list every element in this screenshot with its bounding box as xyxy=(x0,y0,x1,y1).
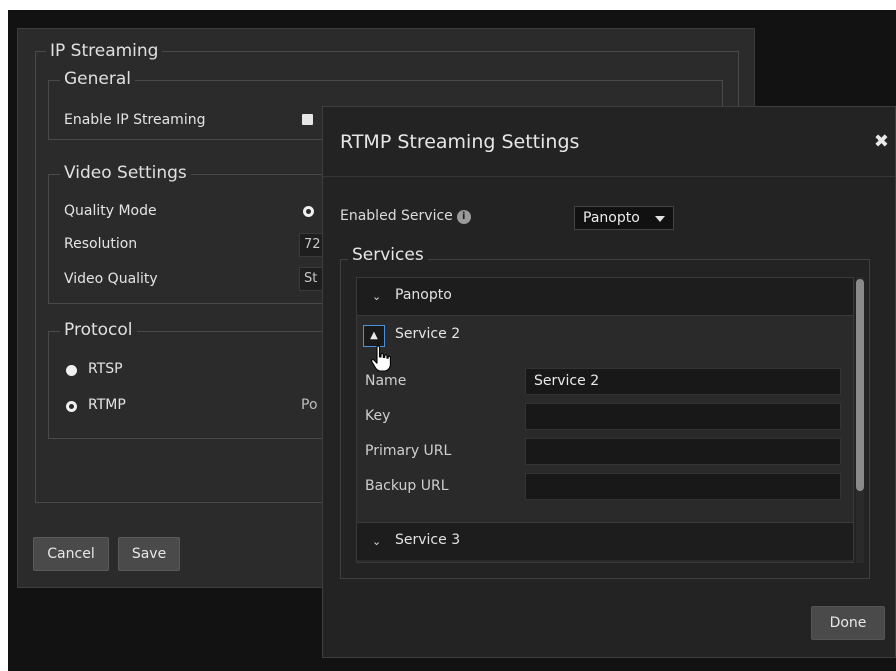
primary-url-field[interactable] xyxy=(525,438,841,465)
enabled-service-label: Enabled Service i xyxy=(340,208,471,224)
cancel-button[interactable]: Cancel xyxy=(33,537,109,571)
save-button[interactable]: Save xyxy=(118,537,180,571)
primary-url-label: Primary URL xyxy=(365,443,452,459)
quality-mode-label: Quality Mode xyxy=(64,203,157,219)
services-legend: Services xyxy=(348,245,428,265)
backup-url-label: Backup URL xyxy=(365,478,449,494)
port-label: Po xyxy=(301,397,318,413)
video-quality-label: Video Quality xyxy=(64,271,158,287)
scrollbar-thumb[interactable] xyxy=(856,279,864,491)
chevron-down-icon: ⌄ xyxy=(372,535,382,548)
name-field[interactable]: Service 2 xyxy=(525,368,841,395)
enable-ip-streaming-label: Enable IP Streaming xyxy=(64,112,206,128)
service-row-service-3[interactable]: ⌄ Service 3 xyxy=(357,522,853,560)
enable-ip-streaming-checkbox[interactable] xyxy=(302,114,313,125)
info-icon[interactable]: i xyxy=(456,210,471,224)
services-scrollbar[interactable] xyxy=(856,277,864,563)
chevron-up-icon[interactable]: ▲ xyxy=(363,325,385,347)
ip-streaming-title: IP Streaming xyxy=(46,41,163,61)
video-settings-legend: Video Settings xyxy=(60,163,191,183)
resolution-select[interactable]: 72 xyxy=(299,233,323,257)
chevron-down-icon xyxy=(655,216,665,222)
enabled-service-select[interactable]: Panopto xyxy=(574,206,674,230)
service-row-service-2: ▲ Service 2 xyxy=(357,316,853,356)
rtmp-label: RTMP xyxy=(88,397,126,413)
modal-title: RTMP Streaming Settings xyxy=(340,131,580,153)
close-icon[interactable]: ✖ xyxy=(874,131,889,152)
rtmp-radio[interactable] xyxy=(66,401,77,412)
done-button[interactable]: Done xyxy=(811,606,885,640)
quality-mode-radio[interactable] xyxy=(303,206,314,217)
protocol-legend: Protocol xyxy=(60,320,137,340)
service-row-panopto[interactable]: ⌄ Panopto xyxy=(357,278,853,316)
enabled-service-value: Panopto xyxy=(583,210,640,226)
service-name: Service 3 xyxy=(395,532,461,548)
services-list[interactable]: ⌄ Panopto ▲ Service 2 Name Service 2 Key… xyxy=(356,277,854,563)
service-name: Service 2 xyxy=(395,326,461,342)
modal-header: RTMP Streaming Settings ✖ xyxy=(323,107,895,177)
chevron-down-icon: ⌄ xyxy=(372,290,382,303)
backup-url-field[interactable] xyxy=(525,473,841,500)
video-quality-select[interactable]: St xyxy=(299,267,323,291)
rtmp-settings-modal: RTMP Streaming Settings ✖ Enabled Servic… xyxy=(322,106,896,658)
enabled-service-text: Enabled Service xyxy=(340,208,453,224)
key-field[interactable] xyxy=(525,403,841,430)
rtsp-radio[interactable] xyxy=(66,365,77,376)
service-name: Panopto xyxy=(395,287,452,303)
resolution-label: Resolution xyxy=(64,236,138,252)
rtsp-label: RTSP xyxy=(88,361,123,377)
key-field-label: Key xyxy=(365,408,391,424)
name-field-label: Name xyxy=(365,373,407,389)
general-legend: General xyxy=(60,69,135,89)
hand-cursor-icon xyxy=(370,345,391,372)
